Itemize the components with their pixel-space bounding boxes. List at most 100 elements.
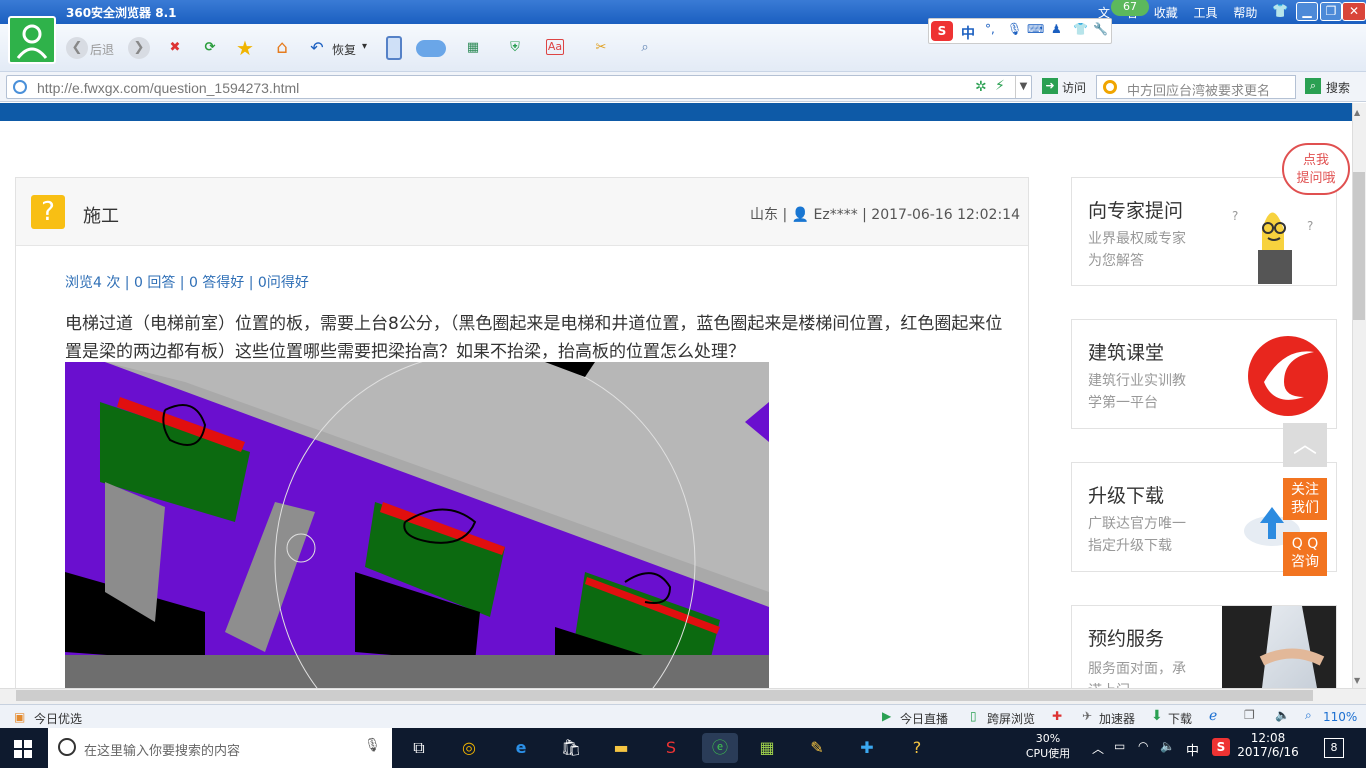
refresh-icon[interactable]: ⟳	[199, 37, 221, 59]
live-play-icon[interactable]: ▶	[882, 709, 891, 723]
microphone-icon[interactable]: 🎙	[1007, 22, 1022, 36]
chevron-down-icon[interactable]: ▾	[362, 41, 367, 52]
wifi-icon[interactable]: ◠	[1138, 739, 1148, 753]
help-app-icon[interactable]: ?	[902, 733, 932, 763]
compat-mode-icon[interactable]: ✲	[975, 79, 987, 95]
url-dropdown-icon[interactable]: ▼	[1015, 76, 1031, 98]
menu-item-tools[interactable]: 工具	[1194, 4, 1218, 21]
ask-bubble[interactable]: 点我 提问哦	[1282, 143, 1350, 195]
today-live-link[interactable]: 今日直播	[900, 710, 948, 727]
vertical-scroll-thumb[interactable]	[1353, 172, 1365, 320]
mobile-icon[interactable]	[386, 36, 402, 60]
security-shield-icon[interactable]: ⛨	[504, 37, 526, 59]
apps-grid-icon[interactable]: ▦	[462, 37, 484, 59]
browser-360-taskbar-icon[interactable]: ⓔ	[702, 733, 738, 763]
accelerator-icon[interactable]: ✈	[1082, 709, 1092, 723]
window-icon[interactable]: ❐	[1244, 708, 1255, 722]
cross-screen-link[interactable]: 跨屏浏览	[987, 710, 1035, 727]
horizontal-scroll-thumb[interactable]	[16, 690, 1313, 701]
store-icon[interactable]: 🛍	[556, 733, 586, 763]
menu-item-favorites[interactable]: 收藏	[1154, 4, 1178, 21]
home-icon[interactable]: ⌂	[271, 37, 293, 59]
course-logo-icon	[1244, 332, 1332, 420]
battery-icon[interactable]: ▭	[1114, 739, 1125, 753]
edge-browser-icon[interactable]: e	[506, 733, 536, 763]
wrench-icon[interactable]: 🔧	[1093, 22, 1108, 36]
sogou-logo-icon[interactable]: S	[931, 21, 953, 41]
back-label[interactable]: 后退	[90, 41, 114, 58]
taskbar-app-cross-icon[interactable]: ✚	[852, 733, 882, 763]
taskbar-search-box[interactable]: 在这里输入你要搜索的内容 🎙	[48, 728, 392, 768]
visit-arrow-icon[interactable]: ➜	[1042, 78, 1058, 94]
health-icon[interactable]: ✚	[1052, 709, 1062, 723]
search-field[interactable]: 中方回应台湾被要求更名	[1096, 75, 1296, 99]
ime-mode-label[interactable]: 中	[961, 23, 975, 43]
back-to-top-icon[interactable]: ︿	[1283, 423, 1327, 467]
minimize-button[interactable]: ▁	[1296, 2, 1318, 21]
windows-start-icon[interactable]	[14, 740, 32, 758]
zoom-level[interactable]: 110%	[1323, 710, 1357, 724]
restore-label[interactable]: 恢复	[332, 41, 356, 58]
phone-icon[interactable]: ▯	[970, 709, 977, 723]
cloud-icon[interactable]	[416, 40, 446, 57]
restore-icon[interactable]: ↶	[306, 37, 328, 59]
fast-mode-icon[interactable]: ⚡	[995, 78, 1005, 94]
cortana-icon[interactable]	[58, 738, 76, 756]
visit-button[interactable]: 访问	[1062, 79, 1086, 96]
search-button[interactable]: 搜索	[1326, 79, 1350, 96]
scroll-down-icon[interactable]: ▼	[1354, 676, 1360, 685]
user-icon[interactable]: ♟	[1051, 22, 1062, 36]
clock[interactable]: 12:08 2017/6/16	[1236, 731, 1300, 759]
zoom-icon[interactable]: ⌕	[1305, 708, 1312, 723]
stop-icon[interactable]: ✖	[164, 37, 186, 59]
skin-shirt-icon[interactable]: 👕	[1073, 22, 1088, 36]
taskbar-app-green-icon[interactable]: ▦	[752, 733, 782, 763]
search-engine-icon[interactable]	[1103, 80, 1117, 94]
question-image[interactable]	[65, 362, 769, 688]
today-picks-link[interactable]: 今日优选	[34, 710, 82, 727]
taskbar-ime-label[interactable]: 中	[1186, 740, 1199, 759]
ie-icon[interactable]: ℯ	[1209, 708, 1217, 724]
appointment-card[interactable]: 预约服务 服务面对面，承 诺上门	[1071, 605, 1337, 688]
speaker-icon[interactable]: 🔈	[1160, 739, 1175, 753]
punctuation-icon[interactable]: °,	[985, 22, 995, 36]
taskbar-app-360-icon[interactable]: ◎	[454, 733, 484, 763]
course-card[interactable]: 建筑课堂 建筑行业实训教 学第一平台	[1071, 319, 1337, 429]
notification-center-icon[interactable]: 8	[1324, 738, 1344, 758]
menu-item-help[interactable]: 帮助	[1233, 4, 1257, 21]
sogou-tray-icon[interactable]: S	[1212, 738, 1230, 756]
search-icon[interactable]: ⌕	[1305, 78, 1321, 94]
download-arrow-icon[interactable]: ⬇	[1151, 708, 1163, 724]
back-arrow-icon[interactable]: ❮	[66, 37, 88, 59]
taskbar-search-placeholder[interactable]: 在这里输入你要搜索的内容	[84, 740, 240, 759]
url-field[interactable]: http://e.fwxgx.com/question_1594273.html…	[6, 75, 1032, 99]
task-view-icon[interactable]: ⧉	[404, 733, 434, 763]
maximize-button[interactable]: ❐	[1320, 2, 1342, 21]
skin-icon[interactable]: 👕	[1272, 4, 1288, 19]
question-stats[interactable]: 浏览4 次 | 0 回答 | 0 答得好 | 0问得好	[65, 272, 309, 292]
notes-app-icon[interactable]: ✎	[802, 733, 832, 763]
forward-arrow-icon[interactable]: ❯	[128, 37, 150, 59]
scroll-up-icon[interactable]: ▲	[1354, 108, 1360, 117]
zoom-search-icon[interactable]: ⌕	[634, 37, 656, 59]
taskbar-mic-icon[interactable]: 🎙	[364, 738, 381, 753]
favorite-star-icon[interactable]: ★	[234, 37, 256, 59]
close-window-button[interactable]: ✕	[1342, 2, 1366, 21]
ask-expert-card[interactable]: 向专家提问 业界最权威专家 为您解答 ??	[1071, 177, 1337, 286]
browser-title: 360安全浏览器 8.1	[66, 6, 177, 20]
search-placeholder[interactable]: 中方回应台湾被要求更名	[1127, 80, 1270, 99]
keyboard-icon[interactable]: ⌨	[1027, 22, 1044, 36]
volume-icon[interactable]: 🔈	[1275, 708, 1290, 722]
show-hidden-icons-icon[interactable]: ︿	[1092, 740, 1104, 757]
file-explorer-icon[interactable]: ▬	[606, 733, 636, 763]
qq-consult-button[interactable]: Q Q 咨询	[1283, 532, 1327, 576]
user-avatar-icon[interactable]	[8, 16, 56, 64]
translate-icon[interactable]: Aa	[546, 39, 564, 55]
follow-us-button[interactable]: 关注 我们	[1283, 478, 1327, 520]
taskbar-app-s-icon[interactable]: S	[656, 733, 686, 763]
screenshot-icon[interactable]: ✂	[590, 37, 612, 59]
download-link[interactable]: 下载	[1168, 710, 1192, 727]
url-text[interactable]: http://e.fwxgx.com/question_1594273.html	[37, 80, 299, 96]
accelerator-link[interactable]: 加速器	[1099, 710, 1135, 727]
gift-icon[interactable]: ▣	[14, 710, 25, 724]
